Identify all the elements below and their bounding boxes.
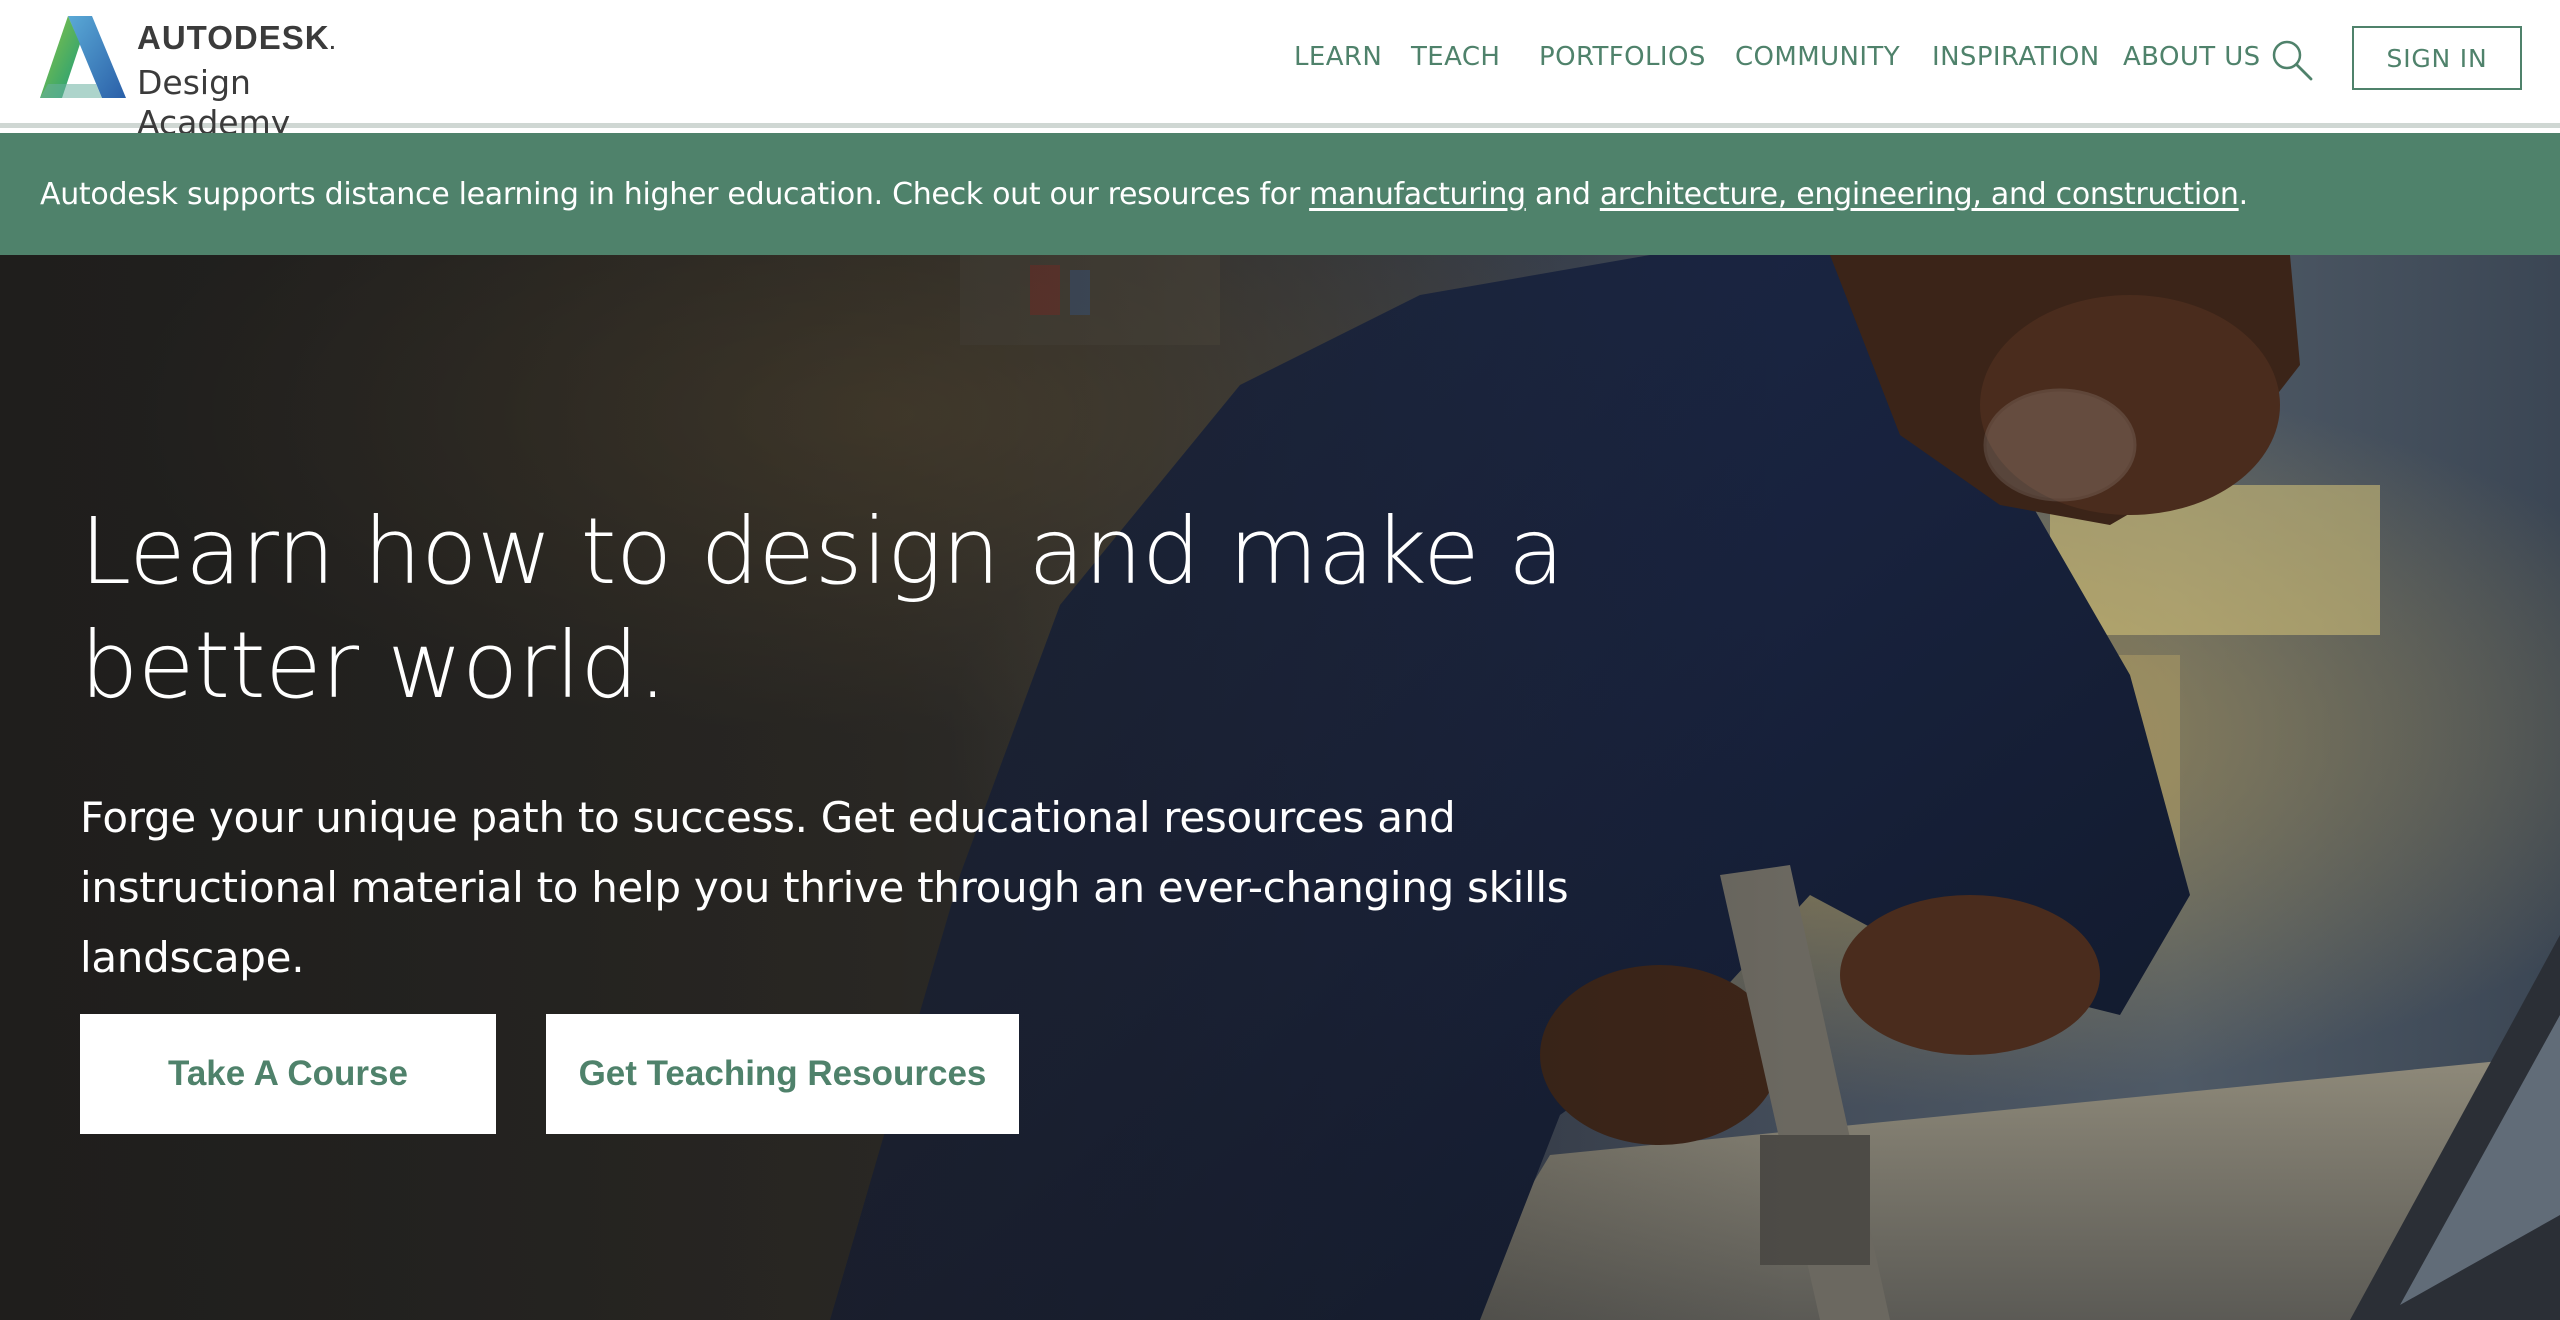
search-icon[interactable] xyxy=(2270,38,2314,82)
autodesk-logo-icon xyxy=(40,16,126,98)
take-a-course-button[interactable]: Take A Course xyxy=(80,1014,496,1134)
nav-about-us[interactable]: ABOUT US xyxy=(2123,42,2261,72)
nav-learn[interactable]: LEARN xyxy=(1294,42,1382,72)
announcement-banner: Autodesk supports distance learning in h… xyxy=(0,133,2560,255)
manufacturing-link[interactable]: manufacturing xyxy=(1309,177,1526,212)
hero-subtitle: Forge your unique path to success. Get e… xyxy=(80,793,1569,982)
nav-inspiration[interactable]: INSPIRATION xyxy=(1932,42,2100,72)
get-teaching-resources-button[interactable]: Get Teaching Resources xyxy=(546,1014,1019,1134)
aec-link[interactable]: architecture, engineering, and construct… xyxy=(1600,177,2239,212)
banner-text: Autodesk supports distance learning in h… xyxy=(40,176,2248,212)
nav-teach[interactable]: TEACH xyxy=(1411,42,1500,72)
autodesk-design-academy-logo[interactable]: AUTODESK. Design Academy xyxy=(40,14,400,142)
sign-in-button[interactable]: SIGN IN xyxy=(2352,26,2522,90)
nav-portfolios[interactable]: PORTFOLIOS xyxy=(1539,42,1706,72)
logo-text: AUTODESK. Design Academy xyxy=(137,20,400,143)
nav-community[interactable]: COMMUNITY xyxy=(1735,42,1900,72)
logo-brand: AUTODESK. xyxy=(137,19,337,56)
logo-product-name: Design Academy xyxy=(137,63,291,142)
hero-title: Learn how to design and make a better wo… xyxy=(80,498,1564,719)
hero-section: Learn how to design and make a better wo… xyxy=(0,255,2560,1320)
site-header: AUTODESK. Design Academy LEARN TEACH POR… xyxy=(0,0,2560,142)
